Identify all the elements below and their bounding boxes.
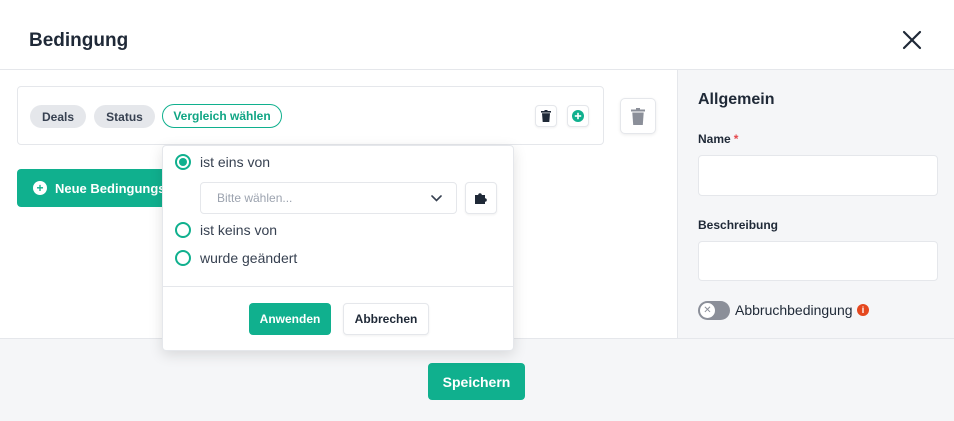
trash-icon xyxy=(631,107,645,125)
cancel-button[interactable]: Abbrechen xyxy=(343,303,429,335)
option-is-one-of[interactable]: ist eins von xyxy=(175,154,270,170)
description-input[interactable] xyxy=(698,241,938,281)
dialog-header: Bedingung xyxy=(0,0,954,70)
close-icon xyxy=(902,30,922,50)
placeholder-button[interactable] xyxy=(465,182,497,214)
chip-deals[interactable]: Deals xyxy=(30,105,86,128)
abort-condition-label: Abbruchbedingung xyxy=(735,302,853,318)
delete-condition-button[interactable] xyxy=(535,105,557,127)
name-label: Name * xyxy=(698,132,739,146)
apply-button[interactable]: Anwenden xyxy=(249,303,331,335)
sidebar-heading: Allgemein xyxy=(698,91,775,108)
plus-circle-icon xyxy=(572,110,584,122)
trash-icon xyxy=(541,110,551,122)
dialog-title: Bedingung xyxy=(29,30,129,51)
info-icon[interactable]: i xyxy=(857,304,869,316)
value-select[interactable]: Bitte wählen... xyxy=(200,182,457,214)
compare-popover: ist eins von Bitte wählen... ist keins v… xyxy=(162,145,514,351)
name-input[interactable] xyxy=(698,155,938,196)
condition-row: Deals Status Vergleich wählen xyxy=(17,86,604,145)
radio-is-one-of[interactable] xyxy=(175,154,191,170)
close-button[interactable] xyxy=(898,26,926,54)
chip-status[interactable]: Status xyxy=(94,105,155,128)
description-label: Beschreibung xyxy=(698,218,779,232)
compare-select-chip[interactable]: Vergleich wählen xyxy=(162,104,282,128)
popover-divider xyxy=(163,286,513,287)
general-sidebar: Allgemein Name * Beschreibung ✕ Abbruchbe… xyxy=(677,70,954,338)
add-condition-button[interactable] xyxy=(567,105,589,127)
radio-was-changed[interactable] xyxy=(175,250,191,266)
puzzle-icon xyxy=(475,193,487,204)
new-condition-button[interactable]: + Neue Bedingungs xyxy=(17,169,177,207)
new-condition-label: Neue Bedingungs xyxy=(55,180,166,196)
toggle-off-icon: ✕ xyxy=(700,303,715,318)
chevron-down-icon xyxy=(431,194,442,202)
select-placeholder: Bitte wählen... xyxy=(217,191,293,205)
delete-group-button[interactable] xyxy=(620,98,656,134)
option-was-changed[interactable]: wurde geändert xyxy=(175,250,297,266)
abort-condition-toggle[interactable]: ✕ xyxy=(698,301,730,320)
plus-circle-icon: + xyxy=(33,181,47,195)
option-is-none-of[interactable]: ist keins von xyxy=(175,222,277,238)
save-button[interactable]: Speichern xyxy=(428,363,525,400)
radio-is-none-of[interactable] xyxy=(175,222,191,238)
required-mark: * xyxy=(733,132,739,146)
